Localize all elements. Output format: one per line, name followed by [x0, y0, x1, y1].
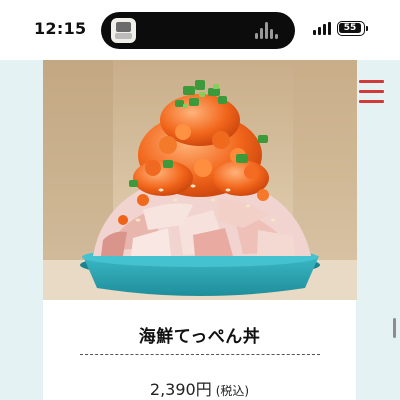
status-time: 12:15	[34, 19, 87, 38]
price-row: 2,390円 (税込)	[43, 376, 356, 400]
audio-waveform-icon	[255, 22, 281, 39]
battery-icon: 55	[337, 21, 365, 36]
scrollbar-thumb[interactable]	[393, 318, 396, 338]
status-bar: 12:15 55	[0, 0, 400, 60]
now-playing-thumbnail-icon	[111, 18, 136, 43]
hamburger-menu-icon[interactable]	[359, 80, 384, 104]
cellular-signal-icon	[313, 22, 331, 35]
battery-tip	[366, 26, 368, 31]
dynamic-island[interactable]	[101, 12, 295, 49]
dashed-divider	[80, 354, 320, 355]
item-price: 2,390円	[149, 380, 212, 399]
battery-level: 55	[339, 23, 361, 33]
tax-note: (税込)	[215, 384, 250, 398]
kaisen-don-photo[interactable]	[43, 60, 357, 300]
item-title: 海鮮てっぺん丼	[138, 327, 261, 347]
